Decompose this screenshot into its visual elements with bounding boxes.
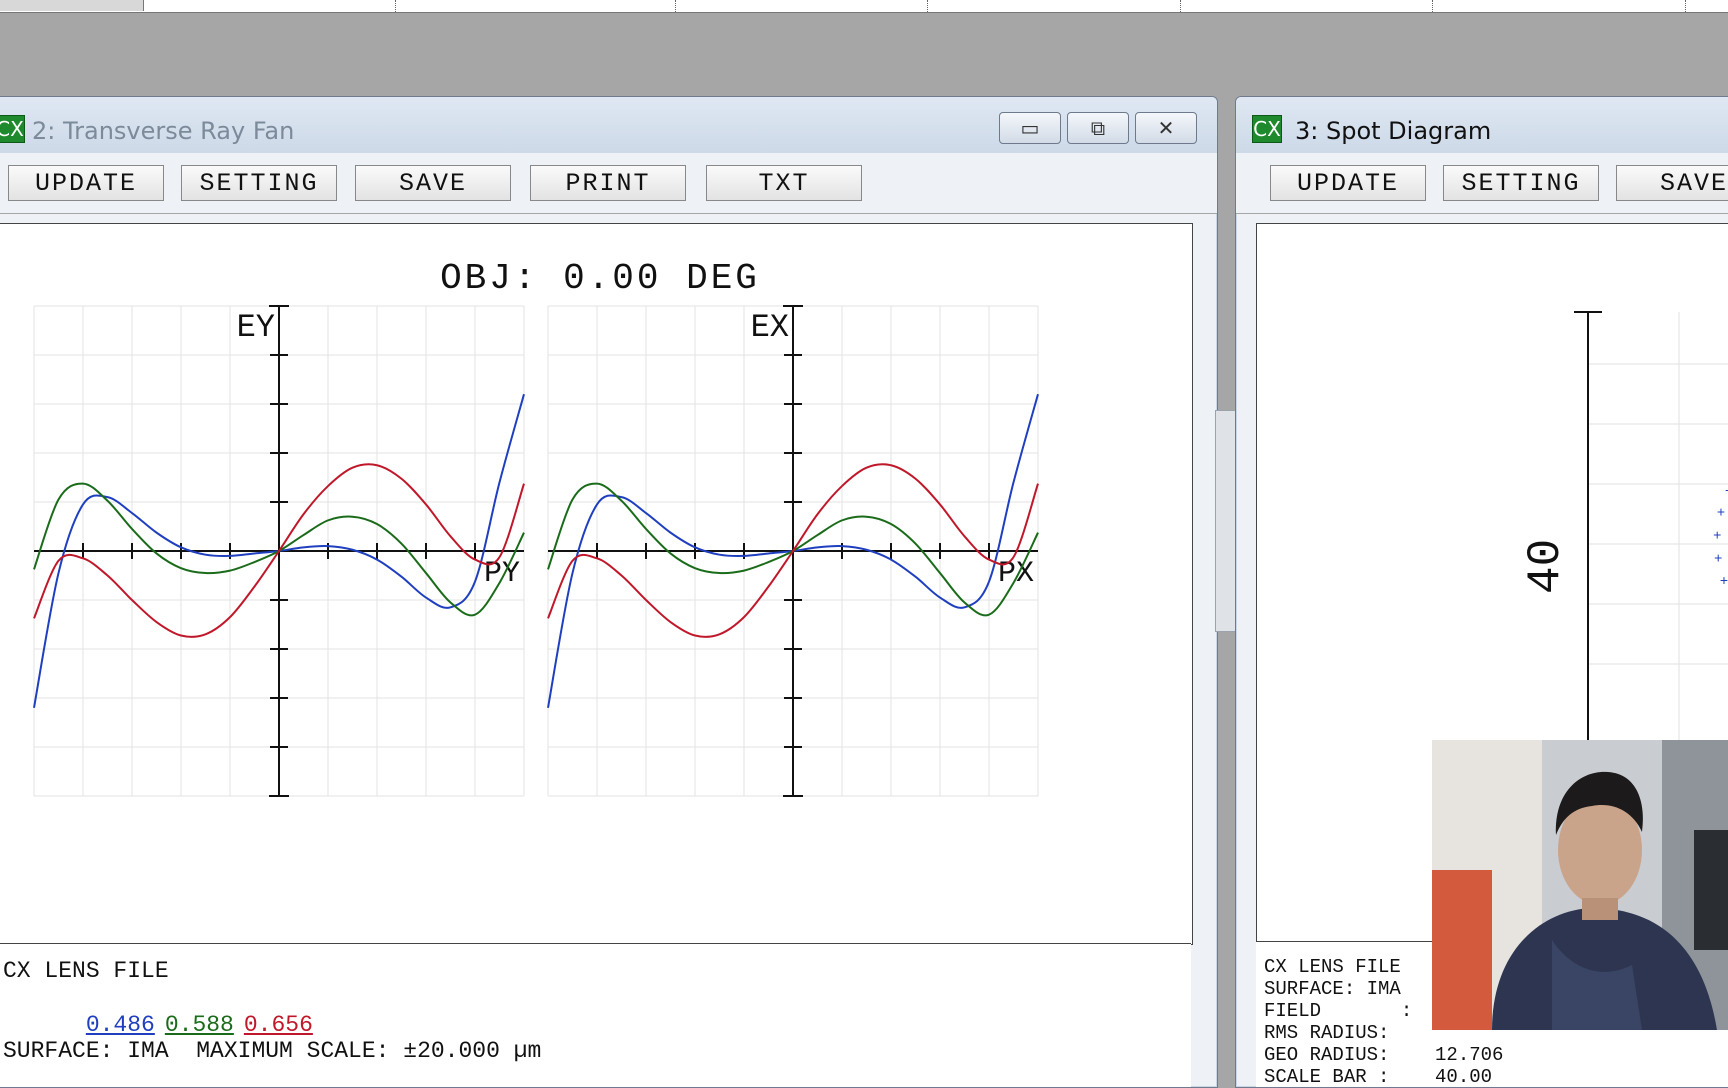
spot-surface: SURFACE: IMA: [1264, 978, 1401, 1000]
spot-lens-file: CX LENS FILE: [1264, 956, 1401, 978]
presenter-photo: [1432, 740, 1728, 1030]
spot-scale-bar: SCALE BAR : 40.00: [1264, 1066, 1493, 1088]
scale-bar: [1574, 311, 1602, 784]
lens-file-label: CX LENS FILE: [3, 958, 169, 984]
ruler-left-tab: [0, 0, 144, 11]
ruler-tick: [1685, 0, 1686, 12]
ruler-tick: [1180, 0, 1181, 12]
save-button[interactable]: SAVE: [1616, 165, 1728, 201]
spot-rms-radius: RMS RADIUS:: [1264, 1022, 1390, 1044]
restore-icon: ⧉: [1090, 116, 1106, 140]
ruler-tick: [675, 0, 676, 12]
surface-scale-line: SURFACE: IMA MAXIMUM SCALE: ±20.000 µm: [3, 1038, 542, 1064]
ruler-tick: [1432, 0, 1433, 12]
window-title: 3: Spot Diagram: [1295, 117, 1492, 145]
ruler-tick: [395, 0, 396, 12]
ray-fan-chart: OBJ: 0.00 DEG EY PY EX PX: [33, 258, 1039, 797]
wavelength-0486: 0.486: [85, 1012, 155, 1038]
plot-title: OBJ: 0.00 DEG: [440, 258, 760, 299]
setting-button[interactable]: SETTING: [181, 165, 337, 201]
spot-titlebar[interactable]: CX 3: Spot Diagram: [1236, 97, 1728, 153]
spot-point: +: [1720, 572, 1728, 588]
app-icon: CX: [0, 115, 25, 143]
x-axis-label: PX: [998, 557, 1034, 591]
ray-fan-titlebar[interactable]: CX 2: Transverse Ray Fan ▭ ⧉ ✕: [0, 97, 1217, 153]
spot-point: +: [1717, 503, 1725, 519]
ray-fan-toolbar: UPDATE SETTING SAVE PRINT TXT: [0, 153, 1217, 214]
minimize-icon: ▭: [1020, 116, 1040, 140]
txt-button[interactable]: TXT: [706, 165, 862, 201]
save-button[interactable]: SAVE: [355, 165, 511, 201]
top-ruler: [0, 0, 1728, 13]
wavelength-0656: 0.656: [243, 1012, 313, 1038]
update-button[interactable]: UPDATE: [1270, 165, 1426, 201]
close-icon: ✕: [1157, 116, 1175, 140]
ray-fan-window: CX 2: Transverse Ray Fan ▭ ⧉ ✕ UPDATE SE…: [0, 96, 1218, 1088]
spot-geo-radius: GEO RADIUS: 12.706: [1264, 1044, 1504, 1066]
spot-point: +: [1714, 550, 1722, 566]
print-button[interactable]: PRINT: [530, 165, 686, 201]
minimize-button[interactable]: ▭: [999, 112, 1061, 144]
setting-button[interactable]: SETTING: [1443, 165, 1599, 201]
y-axis-label: EY: [237, 309, 275, 346]
app-icon: CX: [1252, 115, 1282, 143]
close-button[interactable]: ✕: [1135, 112, 1197, 144]
x-axis-label: PY: [484, 557, 520, 591]
update-button[interactable]: UPDATE: [8, 165, 164, 201]
wavelength-0588: 0.588: [164, 1012, 234, 1038]
spot-toolbar: UPDATE SETTING SAVE: [1236, 153, 1728, 214]
webcam-overlay: [1432, 740, 1728, 1030]
spot-point: +: [1713, 526, 1721, 542]
ruler-tick: [927, 0, 928, 12]
spot-points: ++++++++++++: [1713, 482, 1728, 588]
scale-label: 40: [1520, 539, 1572, 594]
y-axis-label: EX: [751, 309, 789, 346]
window-title: 2: Transverse Ray Fan: [32, 117, 295, 145]
restore-button[interactable]: ⧉: [1067, 112, 1129, 144]
ray-fan-footer: CX LENS FILE 0.486 0.588 0.656 SURFACE: IM…: [0, 943, 1191, 1087]
spot-field: FIELD :: [1264, 1000, 1413, 1022]
ray-fan-plot-area: OBJ: 0.00 DEG EY PY EX PX: [0, 223, 1193, 945]
